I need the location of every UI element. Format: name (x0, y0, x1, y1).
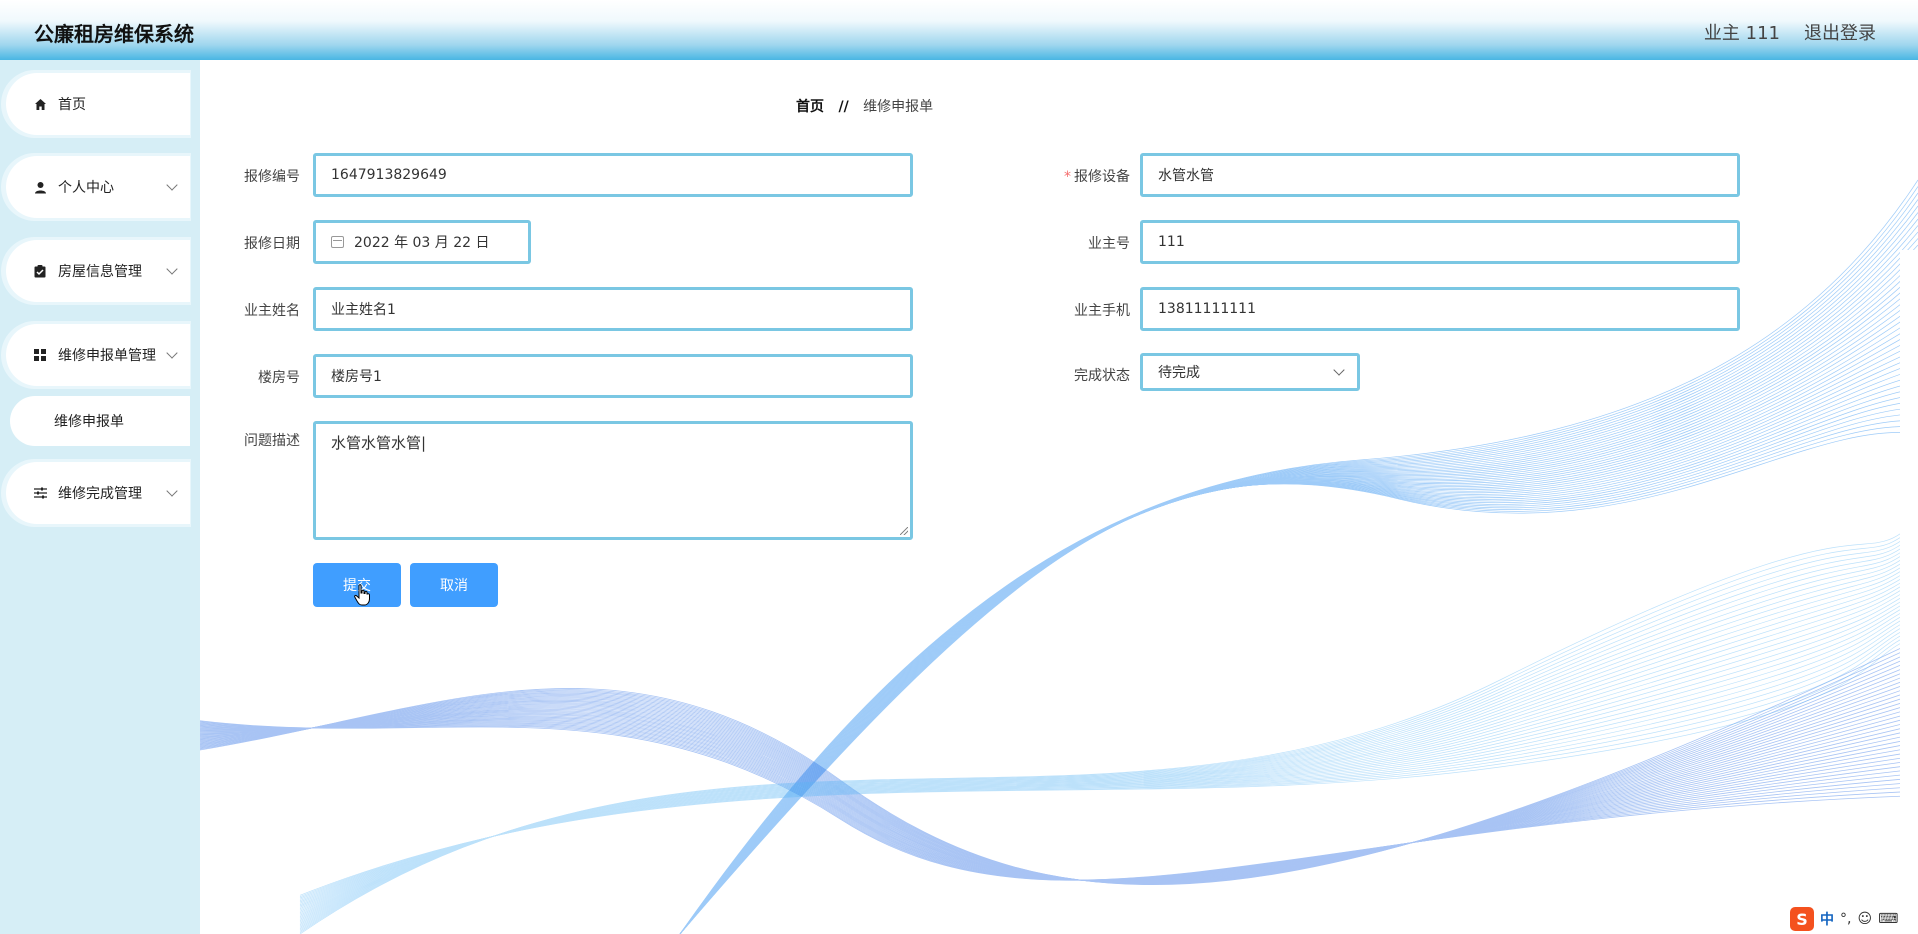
description-value: 水管水管水管| (331, 434, 427, 452)
chevron-down-icon (1333, 364, 1345, 376)
sidebar-item-label: 首页 (58, 97, 86, 113)
owner-no-field[interactable] (1140, 220, 1740, 264)
punctuation-icon: °, (1840, 911, 1852, 927)
app-title: 公廉租房维保系统 (34, 22, 194, 46)
repair-no-field[interactable] (313, 153, 913, 197)
keyboard-icon: ⌨ (1878, 911, 1899, 927)
user-icon (32, 179, 48, 195)
owner-no-label: 业主号 (1088, 236, 1130, 252)
description-label: 问题描述 (244, 433, 300, 449)
cancel-button[interactable]: 取消 (410, 563, 498, 607)
required-mark: * (1064, 169, 1071, 185)
chevron-down-icon (166, 263, 178, 275)
building-no-input[interactable] (331, 368, 910, 384)
sidebar-item-house-info[interactable]: 房屋信息管理 (6, 240, 190, 302)
sidebar-item-repair-request-mgmt[interactable]: 维修申报单管理 (6, 324, 190, 386)
breadcrumb-home[interactable]: 首页 (796, 99, 824, 115)
owner-phone-input[interactable] (1158, 301, 1737, 317)
building-no-field[interactable] (313, 354, 913, 398)
top-right-menu: 业主 111 退出登录 (1704, 19, 1876, 45)
status-select[interactable]: 待完成 (1140, 353, 1360, 391)
sidebar-item-label: 个人中心 (58, 180, 114, 196)
right-edge-strip (1900, 250, 1918, 850)
status-label: 完成状态 (1074, 368, 1130, 384)
sidebar-item-personal-center[interactable]: 个人中心 (6, 156, 190, 218)
sidebar-item-label: 房屋信息管理 (58, 264, 142, 280)
repair-date-label: 报修日期 (244, 236, 300, 252)
ime-language[interactable]: 中 (1820, 909, 1834, 929)
owner-phone-field[interactable] (1140, 287, 1740, 331)
description-textarea[interactable]: 水管水管水管| (313, 421, 913, 540)
logout-button[interactable]: 退出登录 (1804, 19, 1876, 45)
owner-no-input[interactable] (1158, 234, 1737, 250)
owner-phone-label: 业主手机 (1074, 303, 1130, 319)
clipboard-icon (32, 263, 48, 279)
resize-grip-icon[interactable] (900, 527, 908, 535)
breadcrumb: 首页 // 维修申报单 (796, 96, 933, 116)
chevron-down-icon (166, 485, 178, 497)
chevron-down-icon (166, 347, 178, 359)
hand-cursor-icon (354, 584, 370, 606)
owner-name-input[interactable] (331, 301, 910, 317)
repair-date-value: 2022 年 03 月 22 日 (354, 235, 490, 251)
building-no-label: 楼房号 (258, 370, 300, 386)
chevron-down-icon (166, 179, 178, 191)
sidebar-item-home[interactable]: 首页 (6, 73, 190, 135)
sidebar-item-label: 维修申报单管理 (58, 348, 156, 364)
top-bar: 公廉租房维保系统 业主 111 退出登录 (0, 0, 1918, 60)
sidebar-subitem-repair-request[interactable]: 维修申报单 (10, 396, 190, 446)
sidebar: 首页 个人中心 房屋信息管理 维修申报单管理 维修申报单 维修完成管理 (0, 60, 200, 934)
repair-date-field[interactable]: 2022 年 03 月 22 日 (313, 220, 531, 264)
emoji-icon: ☺ (1857, 911, 1873, 927)
repair-no-label: 报修编号 (244, 169, 300, 185)
user-label[interactable]: 业主 111 (1704, 19, 1780, 45)
owner-name-label: 业主姓名 (244, 303, 300, 319)
repair-device-label: * 报修设备 (1064, 169, 1130, 185)
repair-device-field[interactable] (1140, 153, 1740, 197)
sidebar-subitem-label: 维修申报单 (54, 414, 124, 430)
sliders-icon (32, 485, 48, 501)
status-select-value: 待完成 (1158, 365, 1200, 381)
sidebar-item-label: 维修完成管理 (58, 486, 142, 502)
breadcrumb-separator: // (838, 99, 849, 115)
breadcrumb-current: 维修申报单 (863, 99, 934, 115)
sogou-logo-icon: S (1790, 907, 1814, 931)
owner-name-field[interactable] (313, 287, 913, 331)
grid-icon (32, 347, 48, 363)
sidebar-item-repair-complete-mgmt[interactable]: 维修完成管理 (6, 462, 190, 524)
home-icon (32, 96, 48, 112)
repair-no-input[interactable] (331, 167, 910, 183)
repair-device-input[interactable] (1158, 167, 1737, 183)
ime-toolbar[interactable]: S 中 °, ☺ ⌨ (1790, 906, 1898, 932)
calendar-icon (331, 236, 344, 248)
